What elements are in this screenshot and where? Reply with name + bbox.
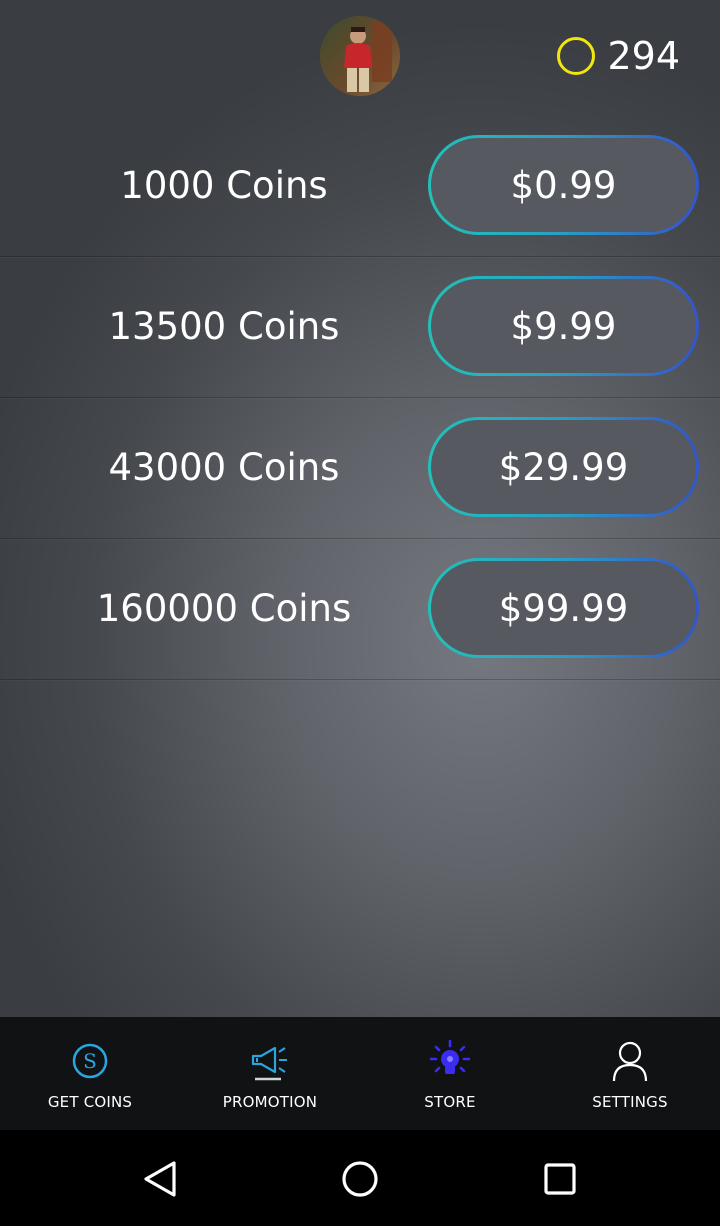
svg-text:S: S [83, 1049, 97, 1073]
buy-price-button[interactable]: $29.99 [428, 417, 699, 517]
tab-settings[interactable]: SETTINGS [540, 1017, 720, 1130]
bottom-tab-bar: S GET COINS PROMOTION STORE SETTINGS [0, 1017, 720, 1130]
package-row: 13500 Coins $9.99 [0, 257, 720, 398]
buy-price-button[interactable]: $99.99 [428, 558, 699, 658]
price-label: $29.99 [431, 420, 696, 514]
price-label: $9.99 [431, 279, 696, 373]
coin-ring-icon [557, 37, 596, 75]
tab-label: PROMOTION [222, 1093, 318, 1111]
tab-label: SETTINGS [592, 1093, 668, 1111]
coin-balance: 294 [557, 32, 680, 80]
package-amount: 1000 Coins [120, 164, 328, 207]
tab-get-coins[interactable]: S GET COINS [0, 1017, 180, 1130]
buy-price-button[interactable]: $9.99 [428, 276, 699, 376]
recents-square-icon[interactable] [535, 1154, 585, 1204]
package-row: 1000 Coins $0.99 [0, 116, 720, 257]
home-circle-icon[interactable] [335, 1154, 385, 1204]
package-amount: 43000 Coins [108, 446, 340, 489]
back-triangle-icon[interactable] [135, 1154, 185, 1204]
megaphone-icon [246, 1037, 294, 1085]
tab-store[interactable]: STORE [360, 1017, 540, 1130]
system-navigation-bar [0, 1130, 720, 1226]
price-label: $0.99 [431, 138, 696, 232]
price-label: $99.99 [431, 561, 696, 655]
package-row: 160000 Coins $99.99 [0, 539, 720, 680]
lightbulb-icon [426, 1037, 474, 1085]
package-amount: 13500 Coins [108, 305, 340, 348]
buy-price-button[interactable]: $0.99 [428, 135, 699, 235]
s-coin-icon: S [66, 1037, 114, 1085]
tab-label: STORE [424, 1093, 476, 1111]
user-avatar-photo [320, 16, 400, 96]
tab-promotion[interactable]: PROMOTION [180, 1017, 360, 1130]
package-amount: 160000 Coins [96, 587, 352, 630]
coin-count: 294 [607, 34, 680, 78]
tab-label: GET COINS [47, 1093, 133, 1111]
coin-package-list: 1000 Coins $0.99 13500 Coins $9.99 43000… [0, 116, 720, 680]
package-row: 43000 Coins $29.99 [0, 398, 720, 539]
person-icon [606, 1037, 654, 1085]
avatar[interactable] [320, 16, 400, 96]
coin-store-screen: 294 1000 Coins $0.99 13500 Coins $9.99 4… [0, 0, 720, 1226]
